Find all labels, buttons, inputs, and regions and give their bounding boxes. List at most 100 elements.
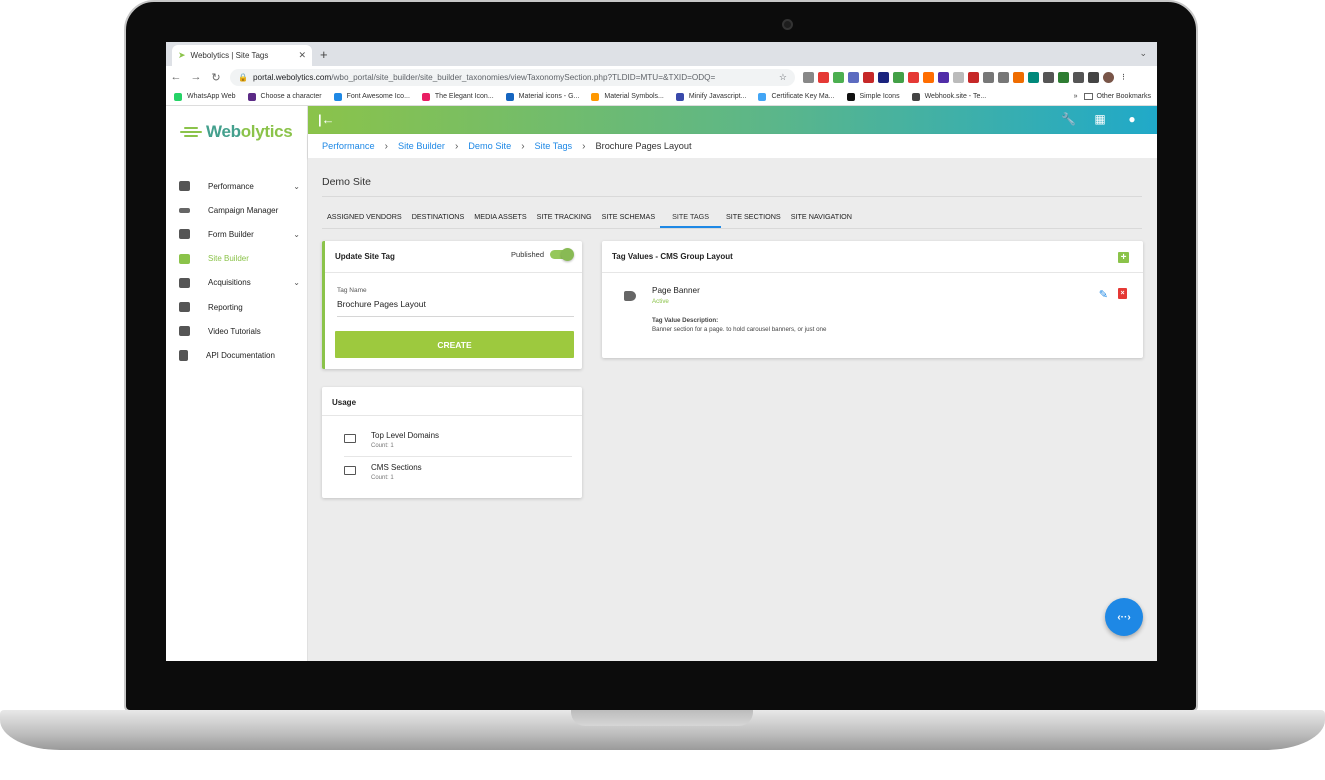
close-tab-icon[interactable]: ✕ <box>298 50 306 61</box>
divider <box>344 456 572 457</box>
profile-avatar[interactable] <box>1103 71 1114 83</box>
extension-icon[interactable] <box>983 71 994 83</box>
extension-icon[interactable] <box>1013 71 1024 83</box>
sidebar-item-video-tutorials[interactable]: Video Tutorials <box>166 319 308 343</box>
breadcrumb-site-builder[interactable]: Site Builder <box>398 141 445 151</box>
code-fab-button[interactable]: ‹··› <box>1105 598 1143 636</box>
tab-assigned-vendors[interactable]: ASSIGNED VENDORS <box>322 208 407 228</box>
bookmark-label: Minify Javascript... <box>688 93 747 100</box>
breadcrumb: Performance › Site Builder › Demo Site ›… <box>308 134 1157 158</box>
dashboard-grid-icon[interactable]: ▦ <box>1093 112 1107 126</box>
extension-icon[interactable] <box>923 71 934 83</box>
url-path: /wbo_portal/site_builder/site_builder_ta… <box>331 72 716 82</box>
extension-icon[interactable] <box>878 71 889 83</box>
tag-icon <box>624 291 636 301</box>
bookmark-item[interactable]: Material icons - G... <box>505 92 579 101</box>
logo[interactable]: Webolytics <box>180 122 293 142</box>
tag-name-label: Tag Name <box>337 287 367 294</box>
extension-icon[interactable] <box>1058 71 1069 83</box>
kebab-menu-icon[interactable]: ⋮ <box>1118 72 1129 83</box>
main-content: Demo Site ASSIGNED VENDORS DESTINATIONS … <box>308 158 1157 661</box>
bookmark-favicon-icon <box>247 92 256 101</box>
extension-icon[interactable] <box>968 71 979 83</box>
address-bar[interactable]: 🔒 portal.webolytics.com/wbo_portal/site_… <box>230 68 795 86</box>
tab-site-tracking[interactable]: SITE TRACKING <box>532 208 597 228</box>
account-icon[interactable]: ● <box>1125 112 1139 126</box>
breadcrumb-demo-site[interactable]: Demo Site <box>468 141 511 151</box>
add-tag-value-icon[interactable]: + <box>1118 252 1129 263</box>
logo-text: Webolytics <box>206 122 293 141</box>
tag-name-input[interactable]: Brochure Pages Layout <box>337 299 426 309</box>
puzzle-icon[interactable] <box>1073 71 1084 83</box>
extension-icon[interactable] <box>833 71 844 83</box>
reload-icon[interactable]: ↻ <box>206 71 226 84</box>
description-label: Tag Value Description: <box>652 317 719 324</box>
tab-site-tags[interactable]: SITE TAGS <box>660 208 722 228</box>
bookmark-item[interactable]: Font Awesome Ico... <box>333 92 410 101</box>
sidebar-item-acquisitions[interactable]: Acquisitions ⌄ <box>166 271 308 295</box>
bookmark-item[interactable]: The Elegant Icon... <box>421 92 494 101</box>
chevron-right-icon: › <box>384 140 388 152</box>
bookmark-item[interactable]: Simple Icons <box>846 92 900 101</box>
extension-icon[interactable] <box>938 71 949 83</box>
chevron-down-icon: ⌄ <box>293 278 300 288</box>
toggle-switch[interactable] <box>550 248 574 261</box>
breadcrumb-performance[interactable]: Performance <box>322 141 375 151</box>
sidebar-item-form-builder[interactable]: Form Builder ⌄ <box>166 222 308 246</box>
bookmark-item[interactable]: WhatsApp Web <box>174 92 236 101</box>
sidebar-item-label: API Documentation <box>206 350 275 360</box>
sidebar-item-site-builder[interactable]: Site Builder <box>166 247 308 271</box>
bookmark-item[interactable]: Choose a character <box>247 92 322 101</box>
published-toggle[interactable]: Published <box>511 248 574 261</box>
tab-destinations[interactable]: DESTINATIONS <box>407 208 470 228</box>
bookmark-item[interactable]: Minify Javascript... <box>675 92 747 101</box>
section-tabs: ASSIGNED VENDORS DESTINATIONS MEDIA ASSE… <box>322 208 857 228</box>
browser-tab[interactable]: ➤ Webolytics | Site Tags ✕ <box>172 45 312 66</box>
new-tab-button[interactable]: + <box>320 47 328 62</box>
people-icon <box>179 277 190 288</box>
delete-icon[interactable]: × <box>1118 288 1127 299</box>
sidebar-item-label: Site Builder <box>208 254 249 264</box>
sidebar-item-label: Performance <box>208 181 254 191</box>
bookmark-item[interactable]: Certificate Key Ma... <box>758 92 835 101</box>
tab-search-icon[interactable]: ⌄ <box>1139 48 1147 59</box>
tab-site-navigation[interactable]: SITE NAVIGATION <box>786 208 857 228</box>
extension-icon[interactable] <box>1043 71 1054 83</box>
tab-media-assets[interactable]: MEDIA ASSETS <box>469 208 531 228</box>
extension-icon[interactable] <box>863 71 874 83</box>
extension-icon[interactable] <box>953 71 964 83</box>
tab-site-schemas[interactable]: SITE SCHEMAS <box>597 208 661 228</box>
chevron-right-icon: › <box>582 140 586 152</box>
extension-icon[interactable] <box>998 71 1009 83</box>
wrench-icon[interactable]: 🔧 <box>1061 112 1076 126</box>
sidebar-menu: Performance ⌄ Campaign Manager Form Build… <box>166 174 308 368</box>
tab-site-sections[interactable]: SITE SECTIONS <box>721 208 786 228</box>
extension-icon[interactable] <box>848 71 859 83</box>
create-button[interactable]: CREATE <box>335 331 574 358</box>
bookmark-star-icon[interactable]: ☆ <box>779 72 787 83</box>
bookmark-item[interactable]: Material Symbols... <box>591 92 664 101</box>
sidebar-item-performance[interactable]: Performance ⌄ <box>166 174 308 198</box>
sidebar-item-campaign-manager[interactable]: Campaign Manager <box>166 198 308 222</box>
web-icon <box>179 253 190 264</box>
edit-icon[interactable]: ✎ <box>1099 288 1108 301</box>
sidebar-item-reporting[interactable]: Reporting <box>166 295 308 319</box>
forward-icon[interactable]: → <box>186 71 206 83</box>
bookmark-label: Material Symbols... <box>604 93 664 100</box>
collapse-sidebar-icon[interactable]: |← <box>318 112 335 127</box>
bookmarks-overflow-button[interactable]: » <box>1074 93 1078 100</box>
extension-icon[interactable] <box>893 71 904 83</box>
sidebar-item-api-documentation[interactable]: API Documentation <box>166 343 308 367</box>
bookmark-item[interactable]: Webhook.site - Te... <box>911 92 986 101</box>
bookmark-favicon-icon <box>505 92 514 101</box>
breadcrumb-site-tags[interactable]: Site Tags <box>535 141 573 151</box>
extension-icon[interactable] <box>1028 71 1039 83</box>
back-icon[interactable]: ← <box>166 71 186 83</box>
folder-icon <box>1083 93 1093 100</box>
extension-icon[interactable] <box>818 71 829 83</box>
extension-icon[interactable] <box>908 71 919 83</box>
sidepanel-icon[interactable] <box>1088 71 1099 83</box>
other-bookmarks-folder[interactable]: Other Bookmarks <box>1083 93 1151 100</box>
extension-icon[interactable] <box>803 71 814 83</box>
extensions-bar: ⋮ <box>803 71 1129 83</box>
